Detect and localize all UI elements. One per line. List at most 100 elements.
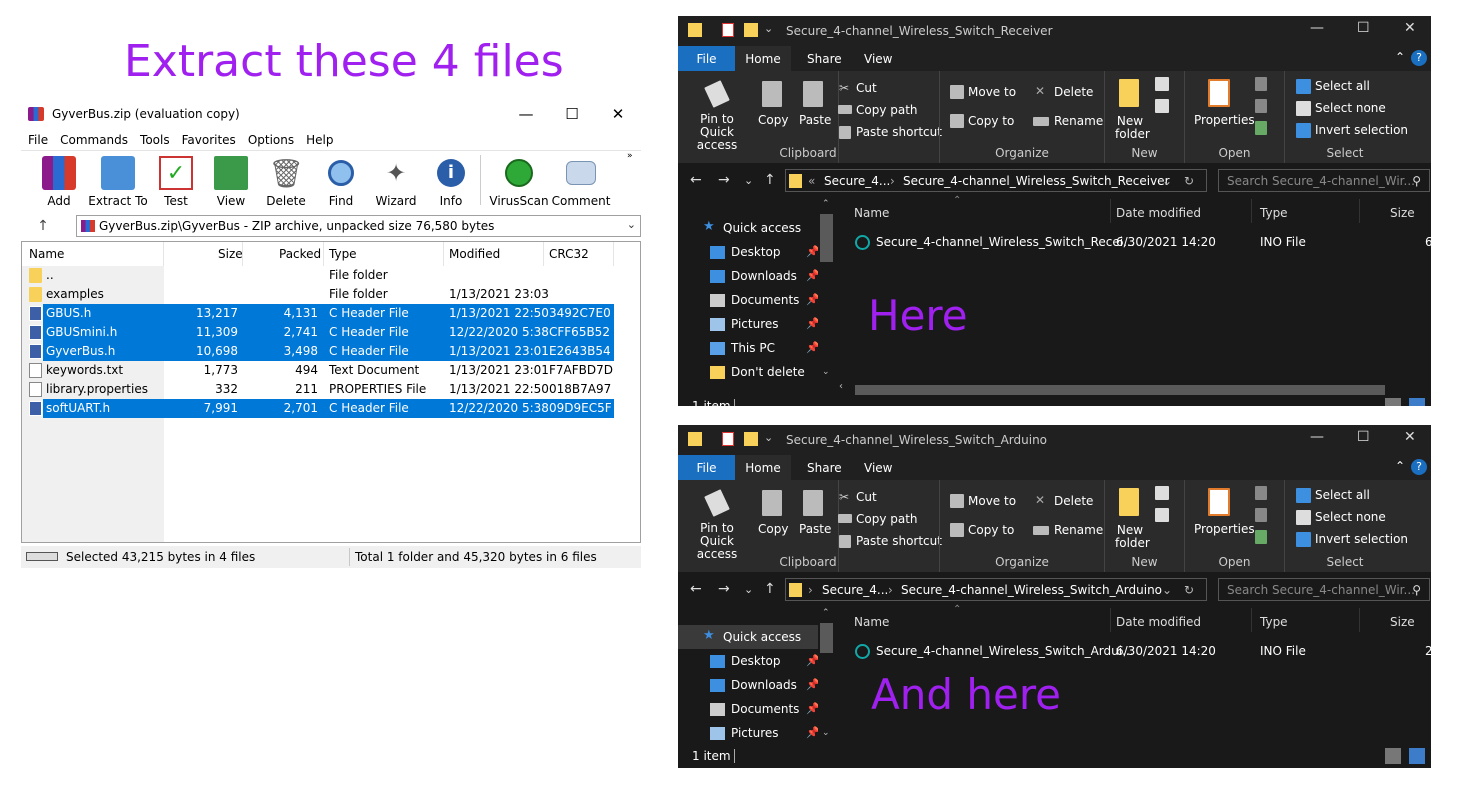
help-icon[interactable]: ? <box>1411 459 1427 475</box>
up-arrow-icon[interactable]: ↑ <box>764 581 776 597</box>
properties-button[interactable]: Properties <box>1194 522 1255 536</box>
address-bar[interactable]: › Secure_4... › Secure_4-channel_Wireles… <box>785 578 1207 601</box>
minimize-icon[interactable]: — <box>1310 429 1324 445</box>
paste-shortcut-button[interactable]: Paste shortcut <box>856 125 942 139</box>
select-none-button[interactable]: Select none <box>1315 101 1386 115</box>
rename-button[interactable]: Rename <box>1054 523 1103 537</box>
breadcrumb-current[interactable]: Secure_4-channel_Wireless_Switch_Receive… <box>903 174 1170 188</box>
add-button[interactable]: Add <box>32 151 86 209</box>
properties-button[interactable]: Properties <box>1194 113 1255 127</box>
menu-file[interactable]: File <box>28 133 48 147</box>
search-box[interactable]: Search Secure_4-channel_Wir... ⚲ <box>1218 578 1430 601</box>
maximize-icon[interactable]: ☐ <box>1357 20 1370 36</box>
col-modified[interactable]: Modified <box>449 247 500 261</box>
tab-file[interactable]: File <box>678 455 735 480</box>
find-button[interactable]: Find <box>314 151 368 209</box>
comment-button[interactable]: Comment <box>552 151 610 209</box>
copy-to-button[interactable]: Copy to <box>968 114 1014 128</box>
copy-button[interactable]: Copy <box>758 522 788 536</box>
collapse-ribbon-icon[interactable]: ⌃ <box>1395 459 1405 473</box>
breadcrumb-parent[interactable]: Secure_4... <box>824 174 890 188</box>
delete-button[interactable]: 🗑 Delete <box>259 151 313 209</box>
sidebar-item[interactable]: Pictures 📌 <box>678 312 835 336</box>
quick-access-dropdown-icon[interactable]: ⌄ <box>764 22 773 35</box>
col-name[interactable]: Name <box>29 247 64 261</box>
breadcrumb-overflow-icon[interactable]: « <box>808 174 815 188</box>
large-icons-view-icon[interactable] <box>1409 748 1425 764</box>
paste-button[interactable]: Paste <box>799 522 831 536</box>
delete-button[interactable]: Delete <box>1054 85 1093 99</box>
copy-button[interactable]: Copy <box>758 113 788 127</box>
up-arrow-icon[interactable]: ↑ <box>764 172 776 188</box>
sidebar-item[interactable]: Desktop 📌 <box>678 649 835 673</box>
minimize-icon[interactable]: — <box>1310 20 1324 36</box>
table-row[interactable]: .. File folder <box>22 266 640 285</box>
address-dropdown-icon[interactable]: ⌄ <box>1162 174 1172 188</box>
tab-share[interactable]: Share <box>807 461 842 475</box>
col-crc32[interactable]: CRC32 <box>549 247 589 261</box>
virusscan-button[interactable]: VirusScan <box>489 151 549 209</box>
close-icon[interactable]: ✕ <box>1404 20 1416 36</box>
sidebar-item[interactable]: Documents 📌 <box>678 697 835 721</box>
wizard-button[interactable]: ✦ Wizard <box>369 151 423 209</box>
col-size[interactable]: Size <box>1390 206 1415 220</box>
move-to-button[interactable]: Move to <box>968 494 1016 508</box>
details-view-icon[interactable] <box>1385 748 1401 764</box>
properties-quick-icon[interactable] <box>722 432 734 446</box>
chevron-down-icon[interactable]: ⌄ <box>627 218 636 231</box>
sidebar-item[interactable]: Documents 📌 <box>678 288 835 312</box>
sidebar-item[interactable]: ★ Quick access <box>678 625 835 649</box>
invert-selection-button[interactable]: Invert selection <box>1315 123 1408 137</box>
sidebar-item[interactable]: Pictures 📌 <box>678 721 835 745</box>
paste-button[interactable]: Paste <box>799 113 831 127</box>
paste-shortcut-button[interactable]: Paste shortcut <box>856 534 942 548</box>
new-folder-button[interactable]: New folder <box>1115 524 1150 550</box>
breadcrumb-parent[interactable]: Secure_4... <box>822 583 888 597</box>
table-row[interactable]: examples File folder 1/13/2021 23:03 <box>22 285 640 304</box>
winrar-file-list[interactable]: Name ⌃ Size Packed Type Modified CRC32 .… <box>21 241 641 543</box>
sidebar-item[interactable]: Downloads 📌 <box>678 673 835 697</box>
file-list[interactable]: Name ⌃ Date modified Type Size Secure_4-… <box>835 195 1431 382</box>
sidebar-item[interactable]: This PC 📌 <box>678 336 835 360</box>
new-folder-quick-icon[interactable] <box>744 432 758 446</box>
file-list[interactable]: Name ⌃ Date modified Type Size Secure_4-… <box>835 604 1431 744</box>
collapse-ribbon-icon[interactable]: ⌃ <box>1395 50 1405 64</box>
cut-button[interactable]: Cut <box>856 81 877 95</box>
sidebar-item[interactable]: ★ Quick access <box>678 216 835 240</box>
invert-selection-button[interactable]: Invert selection <box>1315 532 1408 546</box>
new-folder-quick-icon[interactable] <box>744 23 758 37</box>
menu-options[interactable]: Options <box>248 133 294 147</box>
menu-tools[interactable]: Tools <box>140 133 170 147</box>
table-row[interactable]: library.properties 332 211 PROPERTIES File 1… <box>22 380 640 399</box>
delete-button[interactable]: Delete <box>1054 494 1093 508</box>
horizontal-scrollbar[interactable]: ‹ <box>835 381 1431 396</box>
copy-path-button[interactable]: Copy path <box>856 103 918 117</box>
up-arrow-icon[interactable]: ↑ <box>21 218 65 234</box>
nav-scrollbar[interactable]: ⌃ ⌄ <box>818 608 835 744</box>
select-none-button[interactable]: Select none <box>1315 510 1386 524</box>
refresh-icon[interactable]: ↻ <box>1184 174 1194 188</box>
address-bar[interactable]: « Secure_4... › Secure_4-channel_Wireles… <box>785 169 1207 192</box>
sidebar-item[interactable]: Don't delete <box>678 360 835 384</box>
col-type[interactable]: Type <box>329 247 357 261</box>
sidebar-item[interactable]: Desktop 📌 <box>678 240 835 264</box>
col-name[interactable]: Name <box>854 206 889 220</box>
back-arrow-icon[interactable]: ← <box>690 581 702 597</box>
table-row[interactable]: GBUS.h 13,217 4,131 C Header File 1/13/2021 … <box>22 304 640 323</box>
select-all-button[interactable]: Select all <box>1315 79 1370 93</box>
col-type[interactable]: Type <box>1260 206 1288 220</box>
address-dropdown-icon[interactable]: ⌄ <box>1162 583 1172 597</box>
copy-to-button[interactable]: Copy to <box>968 523 1014 537</box>
menu-help[interactable]: Help <box>306 133 333 147</box>
copy-path-button[interactable]: Copy path <box>856 512 918 526</box>
quick-access-dropdown-icon[interactable]: ⌄ <box>764 431 773 444</box>
new-folder-button[interactable]: New folder <box>1115 115 1150 141</box>
back-arrow-icon[interactable]: ← <box>690 172 702 188</box>
tab-share[interactable]: Share <box>807 52 842 66</box>
col-name[interactable]: Name <box>854 615 889 629</box>
close-icon[interactable]: ✕ <box>1404 429 1416 445</box>
view-button[interactable]: View <box>204 151 258 209</box>
table-row[interactable]: GyverBus.h 10,698 3,498 C Header File 1/13/2… <box>22 342 640 361</box>
select-all-button[interactable]: Select all <box>1315 488 1370 502</box>
tab-file[interactable]: File <box>678 46 735 71</box>
